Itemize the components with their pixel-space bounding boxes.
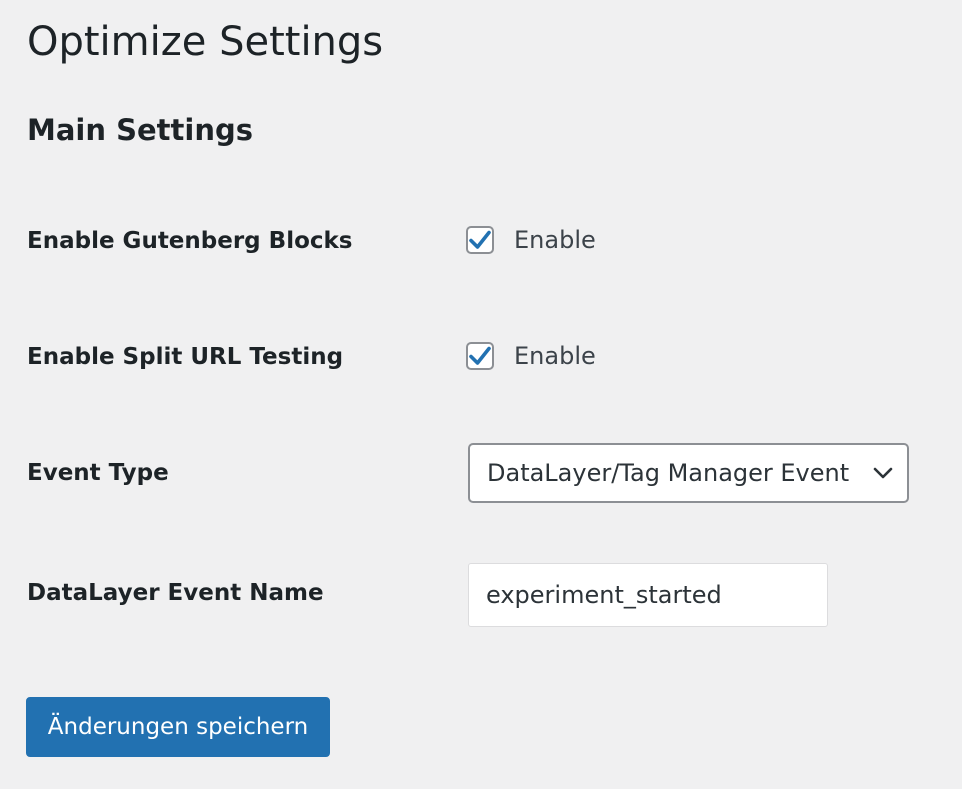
- event-type-selected-value: DataLayer/Tag Manager Event: [487, 459, 850, 487]
- split-url-checkbox[interactable]: [466, 342, 494, 370]
- chevron-down-icon: [873, 467, 893, 479]
- event-name-input[interactable]: [468, 563, 828, 627]
- event-name-label: DataLayer Event Name: [27, 580, 324, 606]
- checkmark-icon: [469, 346, 491, 365]
- split-url-checkbox-label[interactable]: Enable: [514, 340, 596, 372]
- gutenberg-label: Enable Gutenberg Blocks: [27, 228, 353, 254]
- save-button[interactable]: Änderungen speichern: [26, 697, 330, 757]
- checkmark-icon: [469, 230, 491, 249]
- gutenberg-checkbox-label[interactable]: Enable: [514, 224, 596, 256]
- event-type-label: Event Type: [27, 460, 169, 486]
- gutenberg-checkbox[interactable]: [466, 226, 494, 254]
- event-type-select[interactable]: DataLayer/Tag Manager Event: [468, 443, 909, 503]
- section-title: Main Settings: [27, 113, 253, 147]
- gutenberg-checkbox-row[interactable]: Enable: [466, 224, 596, 256]
- page-title: Optimize Settings: [27, 19, 384, 65]
- settings-page: Optimize Settings Main Settings Enable G…: [0, 0, 962, 789]
- split-url-checkbox-row[interactable]: Enable: [466, 340, 596, 372]
- split-url-label: Enable Split URL Testing: [27, 344, 344, 370]
